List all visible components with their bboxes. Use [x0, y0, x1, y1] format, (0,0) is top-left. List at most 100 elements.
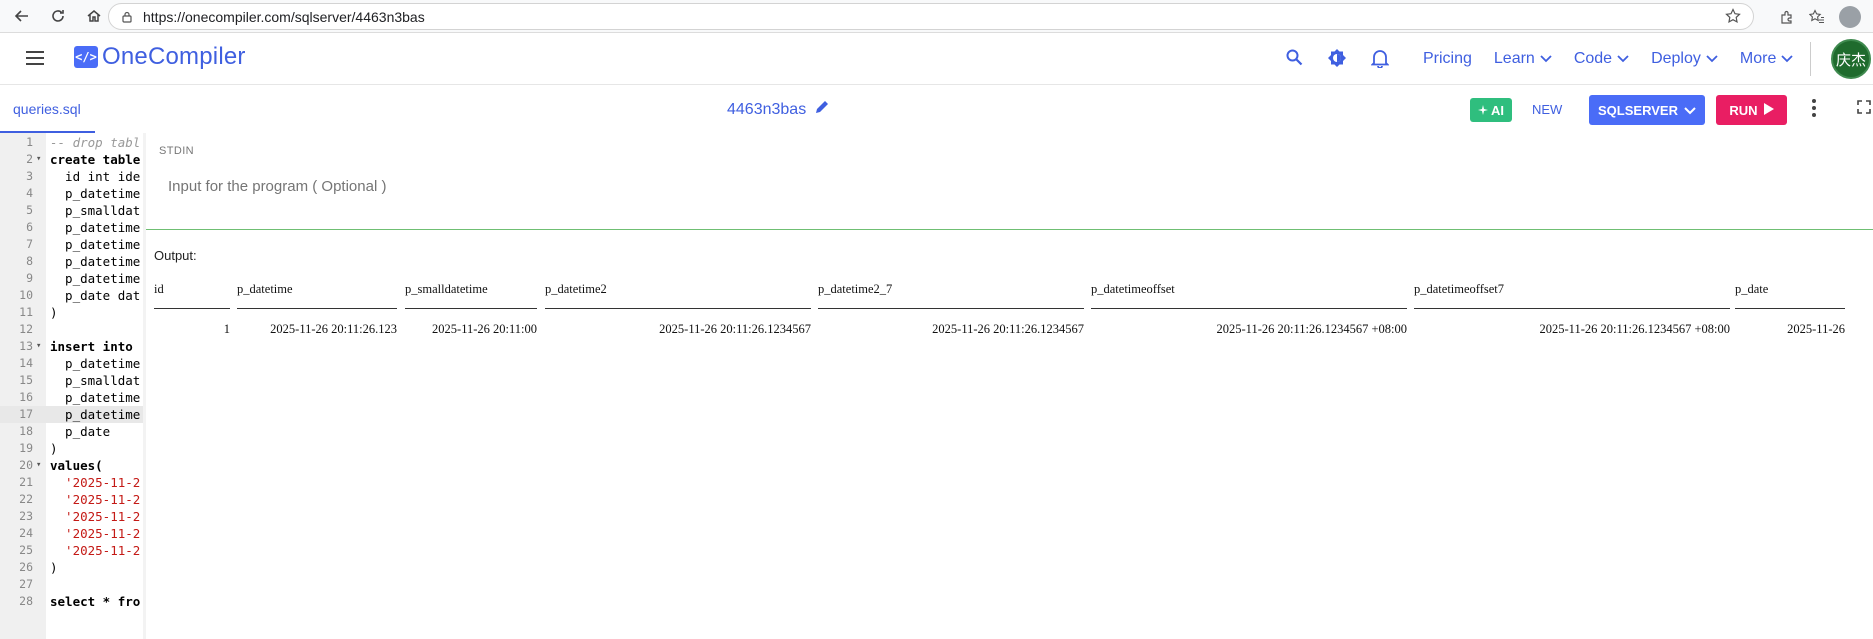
code-text: '2025-11-2 [50, 509, 141, 524]
code-editor[interactable]: 1 -- drop tabl 2 ▾ create table 3 id int ide 4… [0, 133, 143, 639]
line-number: 25 [19, 543, 33, 557]
logo-code-icon: </> [74, 46, 98, 68]
code-text: p_datetime [50, 271, 141, 286]
column-rule [154, 308, 230, 309]
code-line[interactable]: 17 p_datetime [0, 406, 143, 423]
code-line[interactable]: 15 p_smalldat [0, 372, 143, 389]
column-header: p_datetime2_7 [818, 282, 893, 296]
line-number: 1 [26, 135, 33, 149]
column-header: p_datetime2 [545, 282, 607, 296]
code-line[interactable]: 6 p_datetime [0, 219, 143, 236]
code-line[interactable]: 13 ▾ insert into [0, 338, 143, 355]
line-number: 19 [19, 441, 33, 455]
app-header: </> OneCompiler Pricing Learn Code Deplo… [0, 33, 1873, 85]
reload-icon[interactable] [44, 2, 72, 30]
theme-toggle-icon[interactable] [1327, 48, 1347, 73]
column-header: p_datetimeoffset [1091, 282, 1175, 296]
pane-resizer[interactable] [143, 133, 146, 639]
language-select-button[interactable]: SQLSERVER [1589, 95, 1705, 125]
code-line[interactable]: 26) [0, 559, 143, 576]
nav-more[interactable]: More [1740, 50, 1793, 68]
code-line[interactable]: 21 '2025-11-2 [0, 474, 143, 491]
notifications-bell-icon[interactable] [1370, 48, 1390, 73]
code-text: p_datetime [50, 356, 141, 371]
play-icon [1763, 102, 1774, 118]
code-line[interactable]: 2 ▾ create table [0, 151, 143, 168]
stdin-input[interactable] [168, 178, 1168, 195]
chevron-down-icon [1684, 103, 1696, 118]
fold-toggle-icon[interactable]: ▾ [36, 338, 41, 355]
code-title[interactable]: 4463n3bas [727, 99, 830, 120]
menu-icon[interactable] [25, 50, 45, 71]
stdin-output-divider[interactable] [146, 229, 1873, 230]
code-line[interactable]: 27 [0, 576, 143, 593]
new-button[interactable]: NEW [1532, 102, 1562, 117]
browser-profile-icon[interactable] [1839, 5, 1861, 28]
fold-toggle-icon[interactable]: ▾ [36, 151, 41, 168]
line-number: 4 [26, 186, 33, 200]
extensions-icon[interactable] [1779, 9, 1795, 25]
code-line[interactable]: 5 p_smalldat [0, 202, 143, 219]
code-line[interactable]: 7 p_datetime [0, 236, 143, 253]
header-divider [1810, 42, 1811, 76]
fullscreen-icon[interactable] [1857, 100, 1871, 119]
code-line[interactable]: 11) [0, 304, 143, 321]
code-line[interactable]: 10 p_date dat [0, 287, 143, 304]
code-line[interactable]: 16 p_datetime [0, 389, 143, 406]
brand-name: OneCompiler [102, 43, 246, 70]
output-label: Output: [154, 248, 197, 263]
nav-deploy[interactable]: Deploy [1651, 50, 1718, 68]
ai-button[interactable]: AI [1470, 98, 1512, 122]
nav-learn[interactable]: Learn [1494, 50, 1552, 68]
code-text: create table [50, 152, 141, 167]
code-line[interactable]: 14 p_datetime [0, 355, 143, 372]
bookmark-star-icon[interactable] [1725, 8, 1741, 27]
code-line[interactable]: 19) [0, 440, 143, 457]
code-line[interactable]: 4 p_datetime [0, 185, 143, 202]
code-line[interactable]: 3 id int ide [0, 168, 143, 185]
line-number: 13 [19, 339, 33, 353]
nav-pricing[interactable]: Pricing [1423, 50, 1472, 68]
line-number: 3 [26, 169, 33, 183]
edit-pencil-icon[interactable] [814, 99, 830, 120]
code-line[interactable]: 12 [0, 321, 143, 338]
chevron-down-icon [1706, 55, 1718, 63]
code-line[interactable]: 24 '2025-11-2 [0, 525, 143, 542]
code-line[interactable]: 22 '2025-11-2 [0, 491, 143, 508]
code-line[interactable]: 1 -- drop tabl [0, 134, 143, 151]
address-bar[interactable]: https://onecompiler.com/sqlserver/4463n3… [108, 3, 1754, 30]
user-avatar[interactable]: 庆杰 [1831, 39, 1871, 79]
code-text: p_datetime [50, 254, 141, 269]
search-icon[interactable] [1285, 48, 1303, 73]
browser-toolbar: https://onecompiler.com/sqlserver/4463n3… [0, 0, 1873, 33]
line-number: 8 [26, 254, 33, 268]
site-info-icon[interactable] [121, 11, 133, 23]
nav-code[interactable]: Code [1574, 50, 1629, 68]
line-number: 7 [26, 237, 33, 251]
favorites-icon[interactable] [1809, 8, 1825, 25]
code-line[interactable]: 23 '2025-11-2 [0, 508, 143, 525]
code-line[interactable]: 20 ▾ values( [0, 457, 143, 474]
line-number: 23 [19, 509, 33, 523]
home-icon[interactable] [80, 2, 108, 30]
column-rule [545, 308, 811, 309]
fold-toggle-icon[interactable]: ▾ [36, 457, 41, 474]
chevron-down-icon [1617, 55, 1629, 63]
tab-queries-sql[interactable]: queries.sql [0, 86, 95, 133]
line-number: 11 [19, 305, 33, 319]
back-icon[interactable] [8, 2, 36, 30]
run-button[interactable]: RUN [1716, 95, 1787, 125]
code-line[interactable]: 28 select * fro [0, 593, 143, 610]
code-text: '2025-11-2 [50, 526, 141, 541]
code-line[interactable]: 25 '2025-11-2 [0, 542, 143, 559]
code-text: '2025-11-2 [50, 475, 141, 490]
code-text: p_datetime [50, 390, 141, 405]
code-line[interactable]: 9 p_datetime [0, 270, 143, 287]
line-number: 6 [26, 220, 33, 234]
brand-logo[interactable]: </> OneCompiler [74, 43, 246, 71]
code-line[interactable]: 8 p_datetime [0, 253, 143, 270]
line-number: 2 [26, 152, 33, 166]
code-line[interactable]: 18 p_date [0, 423, 143, 440]
code-text: p_date [50, 424, 111, 439]
more-options-icon[interactable] [1812, 99, 1816, 122]
